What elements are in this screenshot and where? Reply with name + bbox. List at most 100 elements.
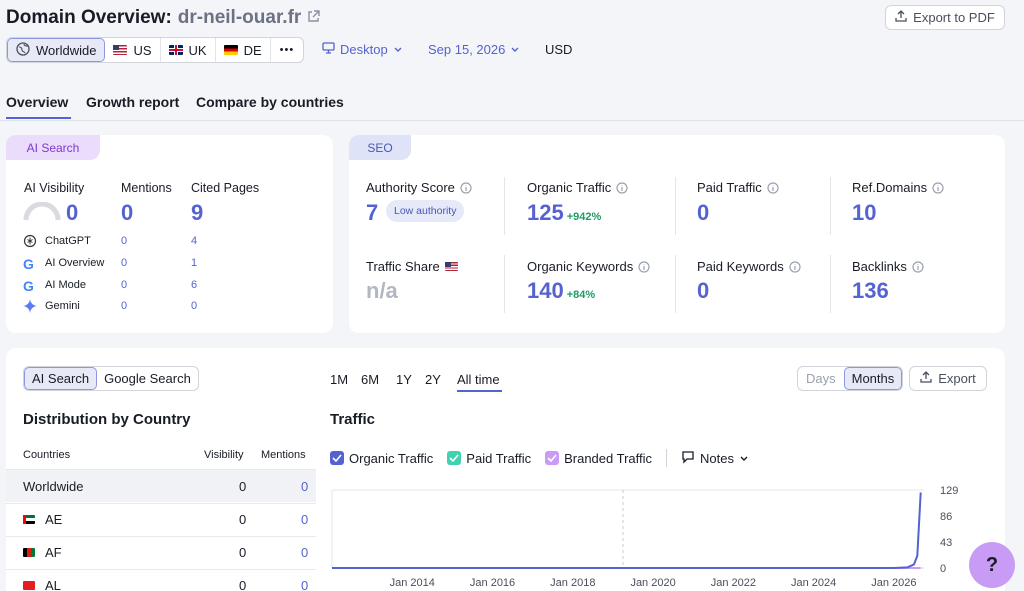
legend-branded-traffic[interactable]: Branded Traffic	[545, 451, 652, 466]
de-flag-icon	[223, 45, 238, 55]
ai-row-mentions[interactable]: 0	[121, 235, 127, 247]
search-type-toggle: AI Search Google Search	[23, 366, 199, 391]
granularity-days[interactable]: Days	[798, 367, 844, 390]
more-regions-button[interactable]: •••	[271, 38, 304, 62]
range-all-time[interactable]: All time	[457, 372, 500, 387]
x-tick-label: Jan 2020	[630, 577, 675, 589]
distribution-title: Distribution by Country	[23, 411, 191, 428]
cited-pages-value[interactable]: 9	[191, 200, 203, 226]
traffic-share-label: Traffic Share	[366, 259, 458, 274]
tab-active-underline	[6, 117, 71, 119]
table-row[interactable]: AE 0 0	[6, 504, 316, 536]
legend-paid-traffic[interactable]: Paid Traffic	[447, 451, 531, 466]
region-de[interactable]: DE	[216, 38, 271, 62]
ae-flag-icon	[23, 515, 35, 524]
toggle-google-search[interactable]: Google Search	[97, 367, 198, 390]
info-icon[interactable]	[912, 260, 924, 273]
info-icon[interactable]	[767, 181, 779, 194]
country-mentions[interactable]: 0	[301, 545, 308, 560]
export-pdf-button[interactable]: Export to PDF	[885, 5, 1005, 30]
ai-search-card: AI Search AI Visibility Mentions Cited P…	[6, 135, 333, 333]
ai-row-cited[interactable]: 1	[191, 257, 197, 269]
notes-dropdown[interactable]: Notes	[681, 450, 749, 467]
info-icon[interactable]	[638, 260, 650, 273]
chevron-down-icon	[393, 42, 403, 57]
table-row[interactable]: Worldwide 0 0	[6, 470, 316, 502]
legend-label: Paid Traffic	[466, 450, 532, 466]
region-us[interactable]: US	[105, 38, 161, 62]
country-visibility: 0	[239, 512, 247, 527]
country-mentions[interactable]: 0	[301, 479, 308, 494]
organic-traffic-value[interactable]: 125	[527, 200, 564, 226]
globe-icon	[16, 41, 30, 59]
chatgpt-icon	[23, 234, 37, 251]
authority-score-value[interactable]: 7	[366, 200, 378, 226]
ai-row-mentions[interactable]: 0	[121, 279, 127, 291]
checkbox-icon	[447, 451, 462, 465]
info-icon[interactable]	[616, 181, 628, 194]
organic-keywords-label: Organic Keywords	[527, 259, 650, 274]
granularity-months[interactable]: Months	[843, 367, 903, 390]
ref-domains-text: Ref.Domains	[852, 180, 928, 195]
x-tick-label: Jan 2016	[470, 577, 515, 589]
external-link-icon[interactable]	[307, 7, 320, 29]
seo-divider	[504, 177, 505, 235]
device-dropdown[interactable]: Desktop	[322, 42, 403, 57]
organic-keywords-delta: +84%	[566, 289, 596, 301]
ref-domains-value[interactable]: 10	[852, 200, 876, 226]
info-icon[interactable]	[460, 181, 472, 194]
mentions-value[interactable]: 0	[121, 200, 133, 226]
seo-divider	[830, 177, 831, 235]
table-row[interactable]: AF 0 0	[6, 537, 316, 569]
organic-keywords-text: Organic Keywords	[527, 259, 634, 274]
seo-divider	[504, 255, 505, 313]
ai-row-cited[interactable]: 4	[191, 235, 197, 247]
range-6m[interactable]: 6M	[361, 372, 379, 387]
country-mentions[interactable]: 0	[301, 578, 308, 591]
legend-organic-traffic[interactable]: Organic Traffic	[330, 451, 433, 466]
paid-traffic-value[interactable]: 0	[697, 200, 709, 226]
series-line-organic-traffic	[332, 492, 922, 569]
traffic-chart[interactable]: 129 86 43 0 Jan 2014 Jan 2016 Jan 2018 Jan 2020…	[324, 480, 1004, 591]
x-tick-label: Jan 2024	[791, 577, 836, 589]
traffic-share-value: n/a	[366, 278, 398, 303]
tab-growth-report[interactable]: Growth report	[86, 94, 179, 110]
domain-name[interactable]: dr-neil-ouar.fr	[178, 7, 302, 29]
tab-compare-by-countries[interactable]: Compare by countries	[196, 94, 344, 110]
export-button[interactable]: Export	[909, 366, 987, 391]
info-icon[interactable]	[932, 181, 944, 194]
ai-row-mentions[interactable]: 0	[121, 257, 127, 269]
country-name: AL	[45, 578, 61, 591]
paid-traffic-label: Paid Traffic	[697, 180, 779, 195]
ai-row-cited[interactable]: 6	[191, 279, 197, 291]
ai-row-cited[interactable]: 0	[191, 300, 197, 312]
region-worldwide[interactable]: Worldwide	[7, 38, 106, 62]
backlinks-value[interactable]: 136	[852, 278, 889, 304]
ref-domains-label: Ref.Domains	[852, 180, 944, 195]
ai-row-name: ChatGPT	[45, 235, 91, 247]
region-label: US	[133, 42, 152, 58]
col-mentions: Mentions	[261, 449, 306, 461]
ai-row-mentions[interactable]: 0	[121, 300, 127, 312]
organic-keywords-value[interactable]: 140	[527, 278, 564, 304]
paid-keywords-value[interactable]: 0	[697, 278, 709, 304]
currency-label: USD	[545, 42, 573, 57]
toggle-ai-search[interactable]: AI Search	[24, 367, 98, 390]
ai-search-badge: AI Search	[6, 135, 100, 160]
date-dropdown[interactable]: Sep 15, 2026	[428, 42, 520, 57]
country-mentions[interactable]: 0	[301, 512, 308, 527]
range-1m[interactable]: 1M	[330, 372, 348, 387]
help-button[interactable]: ?	[969, 542, 1015, 588]
region-uk[interactable]: UK	[161, 38, 216, 62]
paid-traffic-text: Paid Traffic	[697, 180, 762, 195]
range-1y[interactable]: 1Y	[396, 372, 412, 387]
tab-overview[interactable]: Overview	[6, 94, 68, 110]
visibility-gauge-icon	[23, 201, 61, 227]
table-row[interactable]: AL 0 0	[6, 570, 316, 591]
country-name: Worldwide	[23, 479, 84, 494]
us-flag-icon	[113, 45, 128, 55]
chevron-down-icon	[510, 42, 520, 57]
range-2y[interactable]: 2Y	[425, 372, 441, 387]
info-icon[interactable]	[789, 260, 801, 273]
chevron-down-icon	[739, 451, 749, 466]
